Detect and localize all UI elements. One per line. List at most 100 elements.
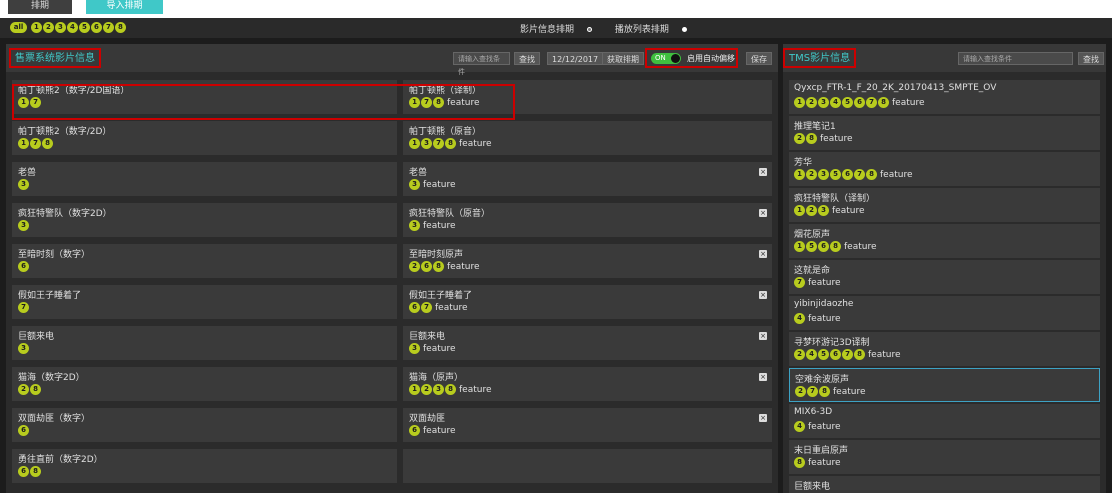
tms-film-item[interactable]: 芳华 1 2 3 5 6 7 8 feature [789,152,1100,186]
hall-badge: 6 [18,466,29,477]
matched-tms-card[interactable]: 猫海（原声） 1 2 3 8 feature × [403,367,772,401]
matched-tms-halls: 2 6 8 feature [409,261,480,272]
hall-badge: 7 [30,138,41,149]
close-icon[interactable]: × [759,291,767,299]
tms-film-item[interactable]: MIX6-3D 4 feature [789,404,1100,438]
hall-badge: 8 [433,261,444,272]
ticketing-film-card[interactable]: 双面劫匪（数字） 6 [12,408,397,442]
ticketing-film-card[interactable]: 假如王子睡着了 7 [12,285,397,319]
content-kind-label: feature [808,421,841,432]
hall-badge: 4 [794,421,805,432]
tab-import-schedule[interactable]: 导入排期 [86,0,163,14]
tms-film-item[interactable]: 这就是命 7 feature [789,260,1100,294]
tms-film-item[interactable]: 寻梦环游记3D译制 2 4 5 6 7 8 feature [789,332,1100,366]
hall-badge: 7 [842,349,853,360]
hall-badge: 8 [854,349,865,360]
toggle-on-label: ON [655,54,666,62]
hall-badge: 1 [794,205,805,216]
matched-tms-card[interactable]: 老兽 3 feature × [403,162,772,196]
tms-film-item[interactable]: 推理笔记1 2 8 feature [789,116,1100,150]
tms-film-item[interactable]: yibinjidaozhe 4 feature [789,296,1100,330]
hall-filter-6[interactable]: 6 [90,22,102,33]
hall-badge: 7 [866,97,877,108]
content-kind-label: feature [833,386,866,397]
auto-offset-toggle[interactable]: ON [651,53,681,64]
hall-filter-bar: all 12345678 影片信息排期 播放列表排期 [0,18,1112,38]
close-icon[interactable]: × [759,373,767,381]
tms-film-item[interactable]: 空难余波原声 2 7 8 feature [789,368,1100,402]
close-icon[interactable]: × [759,168,767,176]
radio-film-info[interactable] [587,27,593,32]
ticketing-film-card[interactable]: 老兽 3 [12,162,397,196]
film-match-row: 勇往直前（数字2D） 6 8 [12,449,772,483]
content-kind-label: feature [832,205,865,216]
matched-tms-card[interactable]: 假如王子睡着了 6 7 feature × [403,285,772,319]
ticketing-film-card[interactable]: 勇往直前（数字2D） 6 8 [12,449,397,483]
matched-tms-card[interactable] [403,449,772,483]
search-input-ticketing[interactable]: 请输入查找条件 [453,52,510,76]
hall-badge: 2 [421,384,432,395]
hall-badge: 1 [794,241,805,252]
matched-tms-card[interactable]: 巨额来电 3 feature × [403,326,772,360]
ticketing-film-card[interactable]: 猫海（数字2D） 2 8 [12,367,397,401]
hall-filter-5[interactable]: 5 [78,22,90,33]
hall-badge: 2 [795,386,806,397]
hall-badge: 7 [794,277,805,288]
content-kind-label: feature [880,169,913,180]
search-input-tms[interactable]: 请输入查找条件 [958,52,1073,65]
tms-film-item[interactable]: Qyxcp_FTR-1_F_20_2K_20170413_SMPTE_OV 1 2 3… [789,80,1100,114]
matched-tms-name: 至暗时刻原声 [409,250,464,260]
date-picker[interactable]: 12/12/2017 [547,52,604,65]
content-kind-label: feature [808,277,841,288]
close-icon[interactable]: × [759,414,767,422]
tms-film-item[interactable]: 巨额来电 [789,476,1100,493]
ticketing-film-halls: 3 [18,343,30,354]
hall-badge: 3 [409,220,420,231]
hall-badge: 3 [818,97,829,108]
hall-filter-2[interactable]: 2 [42,22,54,33]
hall-filter-4[interactable]: 4 [66,22,78,33]
matched-tms-card[interactable]: 帕丁顿熊（原音） 1 3 7 8 feature [403,121,772,155]
hall-badge: 8 [794,457,805,468]
top-tab-bar: 排期 导入排期 [0,0,1112,18]
matched-tms-card[interactable]: 双面劫匪 6 feature × [403,408,772,442]
search-button-tms[interactable]: 查找 [1078,52,1104,65]
ticketing-film-halls: 178 [18,138,54,149]
content-kind-label: feature [435,302,468,313]
content-kind-label: feature [423,343,456,354]
hall-badge: 3 [18,220,29,231]
ticketing-film-name: 双面劫匪（数字） [18,414,91,424]
hall-badge: 6 [18,425,29,436]
hall-filter-8[interactable]: 8 [114,22,126,33]
ticketing-film-card[interactable]: 至暗时刻（数字） 6 [12,244,397,278]
hall-badge: 4 [806,349,817,360]
radio-playlist[interactable] [681,27,687,32]
hall-filter-1[interactable]: 1 [30,22,42,33]
ticketing-film-halls: 3 [18,220,30,231]
hall-filter-7[interactable]: 7 [102,22,114,33]
tms-film-halls: 2 7 8 feature [795,386,866,397]
matched-tms-card[interactable]: 疯狂特警队（原音） 3 feature × [403,203,772,237]
mode-playlist[interactable]: 播放列表排期 [615,25,697,35]
hall-filter-3[interactable]: 3 [54,22,66,33]
hall-badge: 6 [842,169,853,180]
tab-schedule[interactable]: 排期 [8,0,72,14]
tms-film-item[interactable]: 疯狂特警队（译制） 1 2 3 feature [789,188,1100,222]
close-icon[interactable]: × [759,209,767,217]
tms-film-item[interactable]: 烟花原声 1 5 6 8 feature [789,224,1100,258]
search-button-ticketing[interactable]: 查找 [514,52,540,65]
hall-filter-all[interactable]: all [10,22,27,33]
ticketing-film-card[interactable]: 帕丁顿熊2（数字/2D） 1 7 8 [12,121,397,155]
hall-badge: 8 [819,386,830,397]
fetch-schedule-button[interactable]: 获取排期 [602,52,644,65]
save-button[interactable]: 保存 [746,52,772,65]
ticketing-film-card[interactable]: 疯狂特警队（数字2D） 3 [12,203,397,237]
mode-film-info[interactable]: 影片信息排期 [520,25,602,35]
hall-badge: 8 [30,384,41,395]
close-icon[interactable]: × [759,250,767,258]
ticketing-film-card[interactable]: 巨额来电 3 [12,326,397,360]
tms-film-item[interactable]: 末日重启原声 8 feature [789,440,1100,474]
matched-tms-card[interactable]: 至暗时刻原声 2 6 8 feature × [403,244,772,278]
close-icon[interactable]: × [759,332,767,340]
hall-badge: 6 [818,241,829,252]
